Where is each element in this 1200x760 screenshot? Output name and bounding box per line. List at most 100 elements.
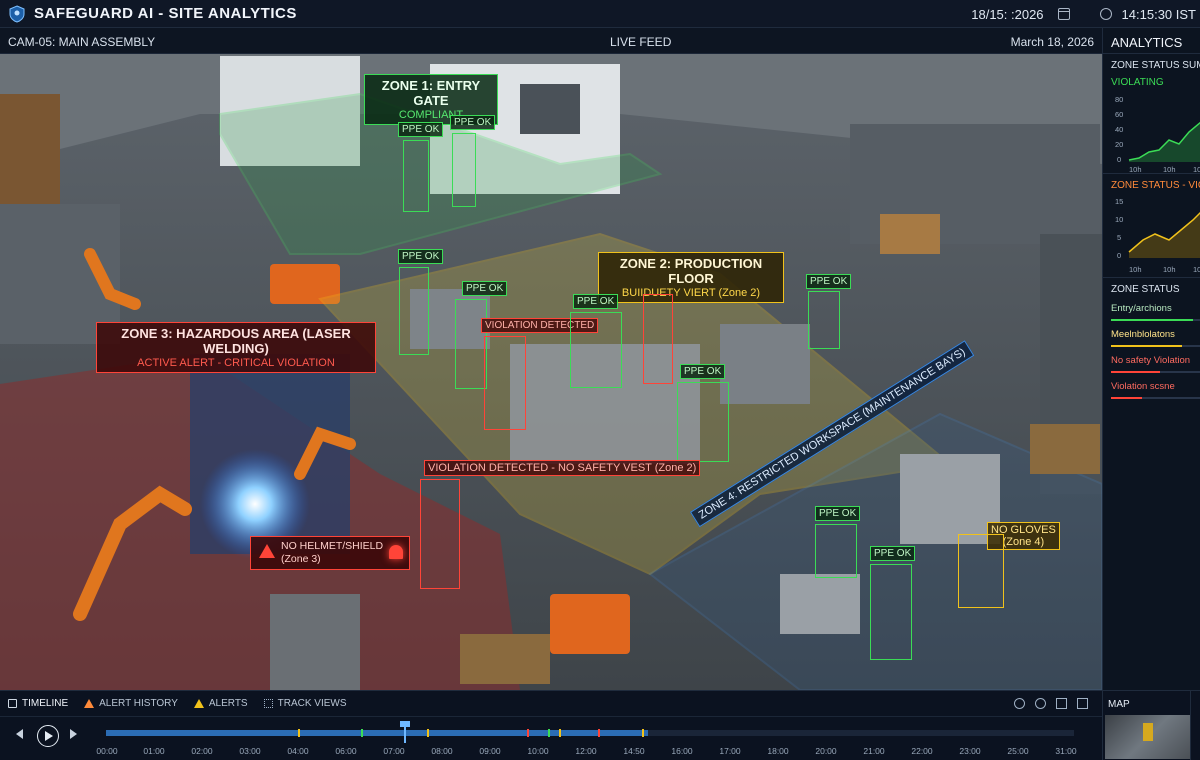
status-item[interactable]: No safety Violation [1111, 355, 1200, 373]
status-item-label: No safety Violation [1111, 355, 1191, 366]
worker-box[interactable] [403, 140, 429, 212]
tab-label: ALERT HISTORY [99, 698, 178, 709]
time-tick: 14:50 [623, 746, 645, 756]
no-gloves-line2: (Zone 4) [1002, 536, 1045, 548]
violating-chart: 80 60 40 20 0 10h 10h 10h [1115, 95, 1200, 172]
status-fill [1111, 345, 1183, 347]
y-tick: 10 [1115, 215, 1123, 224]
worker-box[interactable] [677, 382, 729, 462]
worker-box[interactable] [870, 564, 912, 660]
window-icon[interactable] [1056, 698, 1067, 709]
worker-box[interactable] [455, 299, 487, 389]
timeline-scrubber[interactable] [106, 721, 1074, 743]
y-tick: 5 [1117, 233, 1121, 242]
time-tick: 17:00 [719, 746, 741, 756]
status-bar [1111, 345, 1200, 347]
event-marker[interactable] [597, 729, 600, 737]
timeline-tools [1014, 698, 1088, 709]
tab-alerts[interactable]: ALERTS [186, 691, 256, 717]
violation-box[interactable] [420, 479, 460, 589]
time-tick: 10:00 [527, 746, 549, 756]
event-marker[interactable] [559, 729, 562, 737]
no-helmet-alert[interactable]: NO HELMET/SHIELD (Zone 3) [250, 536, 410, 570]
worker-box[interactable] [808, 291, 840, 349]
zone-3-status: ACTIVE ALERT - CRITICAL VIOLATION [137, 357, 335, 369]
alert-history-icon [84, 699, 95, 708]
previous-icon[interactable] [16, 729, 23, 739]
camera-bar: CAM-05: MAIN ASSEMBLY LIVE FEED March 18… [0, 28, 1102, 54]
bottom-tabs: TIMELINE ALERT HISTORY ALERTS TRACK VIEW… [0, 691, 1102, 717]
analytics-panel: ANALYTICS ZONE STATUS SUMMARY VIOLATING … [1102, 28, 1200, 690]
event-marker[interactable] [360, 729, 363, 737]
zone-3-title: ZONE 3: HAZARDOUS AREA (LASER WELDING) [121, 326, 351, 356]
zone-status-violations: ZONE STATUS - VIOLATIONS 15 10 5 0 10h 1… [1103, 174, 1200, 278]
video-feed[interactable]: ZONE 1: ENTRY GATE COMPLIANT ZONE 2: PRO… [0, 54, 1102, 690]
time-tick: 08:00 [431, 746, 453, 756]
time-tick: 01:00 [143, 746, 165, 756]
detection-tag: PPE OK [680, 364, 726, 379]
x-tick: 10h [1129, 165, 1142, 172]
status-item-label: Entry/archions [1111, 303, 1172, 314]
target-icon[interactable] [1014, 698, 1025, 709]
detection-tag: PPE OK [870, 546, 916, 561]
worker-box[interactable] [399, 267, 429, 355]
mini-map[interactable]: MAP [1102, 691, 1200, 760]
tab-alert-history[interactable]: ALERT HISTORY [76, 691, 186, 717]
status-item-label: Violation scsne [1111, 381, 1175, 392]
tab-timeline[interactable]: TIMELINE [0, 691, 76, 717]
event-marker[interactable] [427, 729, 430, 737]
timeline-icon [8, 699, 17, 708]
live-feed-label: LIVE FEED [610, 35, 672, 49]
timeline-progress [106, 730, 649, 736]
detection-tag: PPE OK [462, 281, 508, 296]
calendar-icon [1057, 8, 1070, 20]
status-title: ZONE STATUS - VIOLATIONS [1111, 180, 1200, 191]
status-item[interactable]: Meelnblolatons [1111, 329, 1200, 347]
warning-box[interactable] [958, 534, 1004, 608]
violation-vest-tag: VIOLATION DETECTED - NO SAFETY VEST (Zon… [424, 460, 701, 476]
worker-box[interactable] [452, 133, 476, 207]
status-bar [1111, 319, 1200, 321]
detection-tag: PPE OK [815, 506, 861, 521]
status-item[interactable]: Violation scsne [1111, 381, 1200, 399]
siren-icon [389, 545, 403, 559]
zone-2-label[interactable]: ZONE 2: PRODUCTION FLOOR BUIIDUETY VIERT… [598, 252, 784, 303]
bottom-bar: TIMELINE ALERT HISTORY ALERTS TRACK VIEW… [0, 690, 1200, 760]
event-marker[interactable] [642, 729, 645, 737]
tab-track-views[interactable]: TRACK VIEWS [256, 691, 355, 717]
time-tick: 18:00 [767, 746, 789, 756]
detection-tag: PPE OK [450, 115, 496, 130]
playhead[interactable] [400, 721, 411, 743]
app-title: SAFEGUARD AI - SITE ANALYTICS [34, 5, 297, 22]
status-item-label: Meelnblolatons [1111, 329, 1175, 340]
x-tick: 10h [1163, 165, 1176, 172]
play-button[interactable] [37, 725, 59, 747]
worker-box[interactable] [815, 524, 857, 578]
zone-status-list: ZONE STATUS Entry/archions Meelnblolaton… [1103, 278, 1200, 690]
time-tick: 20:00 [815, 746, 837, 756]
zone-2-title: ZONE 2: PRODUCTION FLOOR [619, 256, 763, 286]
y-tick: 0 [1117, 155, 1121, 164]
violations-chart: 15 10 5 0 10h 10h 10h [1115, 197, 1200, 274]
status-item[interactable]: Entry/archions [1111, 303, 1200, 321]
timeline-ticks: 00:00 01:00 02:00 03:00 04:00 06:00 07:0… [0, 746, 1102, 758]
clock-icon [1099, 8, 1112, 20]
time-tick: 23:00 [959, 746, 981, 756]
violation-box[interactable] [484, 336, 526, 430]
zone-status-title: ZONE STATUS [1111, 284, 1180, 295]
detection-tag: PPE OK [398, 249, 444, 264]
next-icon[interactable] [70, 729, 77, 739]
violation-box[interactable] [643, 294, 673, 384]
worker-box[interactable] [570, 312, 622, 388]
event-marker[interactable] [297, 729, 300, 737]
detection-tag: PPE OK [573, 294, 619, 309]
map-thumbnail[interactable] [1105, 715, 1191, 759]
event-marker[interactable] [527, 729, 530, 737]
event-marker[interactable] [548, 729, 551, 737]
expand-icon[interactable] [1077, 698, 1088, 709]
eye-icon[interactable] [1035, 698, 1046, 709]
map-side-strip [1190, 691, 1198, 760]
timeline-player: 00:00 01:00 02:00 03:00 04:00 06:00 07:0… [0, 717, 1102, 760]
time-tick: 00:00 [96, 746, 118, 756]
zone-3-label[interactable]: ZONE 3: HAZARDOUS AREA (LASER WELDING) A… [96, 322, 376, 373]
